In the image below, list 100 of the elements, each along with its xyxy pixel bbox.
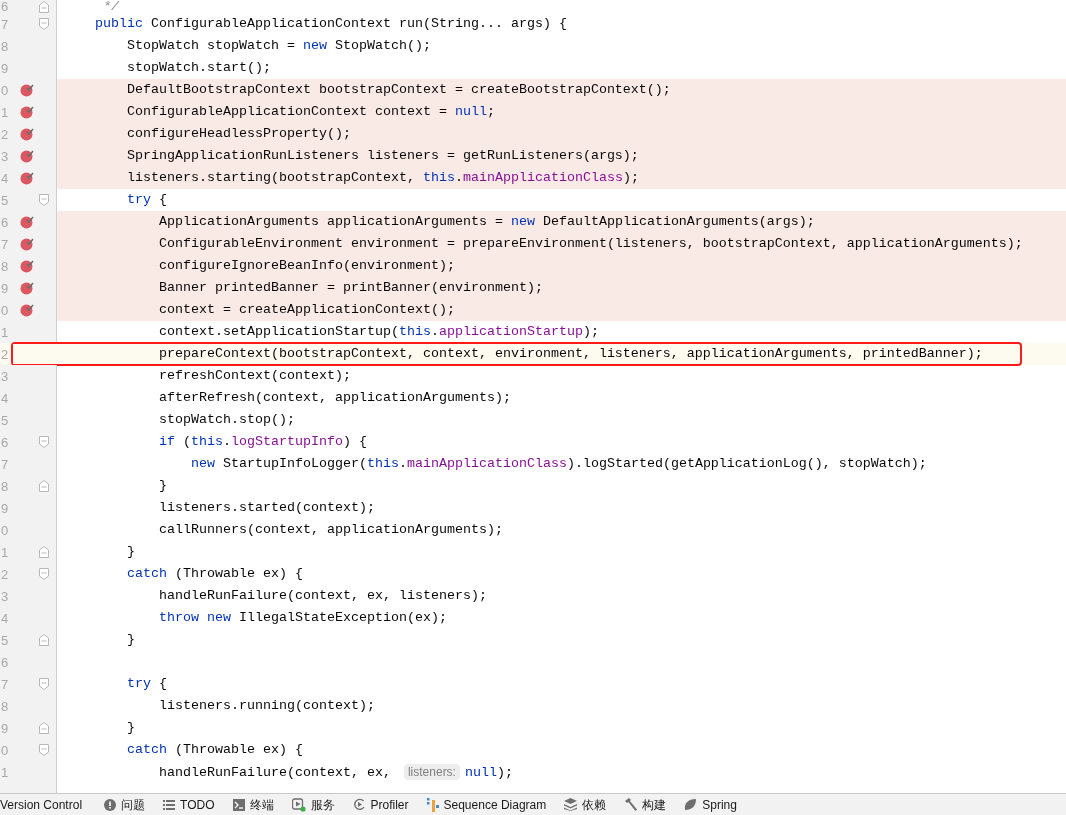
code-line: public ConfigurableApplicationContext run(String... args) {	[94, 15, 567, 33]
breakpoint-icon[interactable]	[19, 237, 34, 251]
code-line: ApplicationArguments applicationArguments = new DefaultApplicationArguments(args);	[157, 213, 815, 231]
code-line: ConfigurableEnvironment environment = prepareEnvironment(listeners, bootstrapContext, applicationArguments);	[157, 235, 1023, 253]
line-number: 6	[1, 655, 9, 669]
code-line: context = createApplicationContext();	[157, 301, 455, 319]
fold-marker-icon[interactable]	[39, 546, 49, 558]
line-number: 3	[1, 589, 9, 603]
hammer-icon	[624, 798, 638, 811]
fold-marker-icon[interactable]	[39, 634, 49, 646]
tool-window-button[interactable]: 问题	[104, 794, 146, 815]
breakpoint-icon[interactable]	[19, 303, 34, 317]
line-number: 4	[1, 611, 9, 625]
line-number: 8	[1, 699, 9, 713]
code-line: Banner printedBanner = printBanner(environment);	[157, 279, 543, 297]
fold-marker-icon[interactable]	[39, 436, 49, 448]
line-number: 7	[1, 237, 9, 251]
line-number: 4	[1, 171, 9, 185]
code-line: try {	[126, 191, 167, 209]
code-line: configureHeadlessProperty();	[126, 125, 351, 143]
line-number: 0	[1, 303, 9, 317]
code-line: DefaultBootstrapContext bootstrapContext = createBootstrapContext();	[126, 81, 671, 99]
breakpoint-icon[interactable]	[19, 149, 34, 163]
tool-window-button[interactable]: Spring	[684, 794, 737, 815]
fold-marker-icon[interactable]	[39, 568, 49, 580]
line-number: 7	[1, 17, 9, 31]
code-line: stopWatch.start();	[126, 59, 271, 77]
line-number: 9	[1, 721, 9, 735]
tool-window-button[interactable]: 构建	[624, 794, 667, 815]
alert-icon	[104, 798, 117, 811]
code-line: listeners.running(context);	[157, 697, 375, 715]
code-line: configureIgnoreBeanInfo(environment);	[157, 257, 455, 275]
line-number: 0	[1, 743, 9, 757]
breakpoint-icon[interactable]	[19, 171, 34, 185]
code-line: try {	[126, 675, 167, 693]
breakpoint-icon[interactable]	[19, 105, 34, 119]
tool-window-button[interactable]: Sequence Diagram	[426, 794, 547, 815]
code-line: prepareContext(bootstrapContext, context, environment, listeners, applicationArguments, printedBanner);	[157, 345, 983, 363]
line-number: 9	[1, 281, 9, 295]
code-line: ConfigurableApplicationContext context = null;	[126, 103, 495, 121]
line-number: 1	[1, 765, 9, 779]
fold-marker-icon[interactable]	[39, 18, 49, 30]
code-line: refreshContext(context);	[157, 367, 351, 385]
breakpoint-icon[interactable]	[19, 215, 34, 229]
line-number: 7	[1, 677, 9, 691]
code-line: }	[126, 719, 135, 737]
line-number: 9	[1, 61, 9, 75]
fold-marker-icon[interactable]	[39, 744, 49, 756]
tool-window-button[interactable]: Profiler	[352, 794, 409, 815]
line-number: 3	[1, 149, 9, 163]
code-line: SpringApplicationRunListeners listeners = getRunListeners(args);	[126, 147, 639, 165]
code-line: }	[126, 631, 135, 649]
code-line: throw new IllegalStateException(ex);	[157, 609, 447, 627]
tool-window-button[interactable]: 终端	[232, 794, 274, 815]
code-line: if (this.logStartupInfo) {	[157, 433, 367, 451]
breakpoint-icon[interactable]	[19, 259, 34, 273]
code-line: StopWatch stopWatch = new StopWatch();	[126, 37, 431, 55]
code-editor[interactable]	[0, 0, 1066, 793]
code-line: listeners.started(context);	[157, 499, 375, 517]
line-number: 6	[1, 0, 9, 13]
line-number: 5	[1, 413, 9, 427]
line-number: 1	[1, 325, 9, 339]
fold-marker-icon[interactable]	[39, 0, 49, 13]
breakpoint-icon[interactable]	[19, 127, 34, 141]
line-number: 2	[1, 567, 9, 581]
fold-marker-icon[interactable]	[39, 678, 49, 690]
line-number: 5	[1, 633, 9, 647]
list-icon	[163, 799, 176, 810]
layers-icon	[564, 798, 578, 811]
line-number: 6	[1, 215, 9, 229]
code-line: callRunners(context, applicationArguments);	[157, 521, 503, 539]
code-line: catch (Throwable ex) {	[126, 741, 303, 759]
terminal-icon	[232, 798, 245, 811]
tool-window-button[interactable]: TODO	[163, 794, 215, 815]
line-number: 8	[1, 479, 9, 493]
line-number: 3	[1, 369, 9, 383]
code-line: }	[157, 477, 167, 495]
code-line: handleRunFailure(context, ex, listeners);	[157, 587, 487, 605]
line-number: 9	[1, 501, 9, 515]
code-line: }	[126, 543, 135, 561]
line-number: 6	[1, 435, 9, 449]
fold-marker-icon[interactable]	[39, 480, 49, 492]
leaf-icon	[684, 798, 698, 811]
code-line: listeners.starting(bootstrapContext, this.mainApplicationClass);	[126, 169, 639, 187]
line-number: 0	[1, 523, 9, 537]
play-icon	[291, 797, 306, 812]
tool-window-button[interactable]: 依赖	[564, 794, 607, 815]
tool-window-button[interactable]: 服务	[291, 794, 335, 815]
line-number: 8	[1, 39, 9, 53]
code-line: afterRefresh(context, applicationArguments);	[157, 389, 511, 407]
sequence-icon	[426, 797, 439, 812]
code-line: stopWatch.stop();	[157, 411, 295, 429]
line-number: 7	[1, 457, 9, 471]
fold-marker-icon[interactable]	[39, 722, 49, 734]
fold-marker-icon[interactable]	[39, 194, 49, 206]
line-number: 0	[1, 83, 9, 97]
breakpoint-icon[interactable]	[19, 281, 34, 295]
breakpoint-icon[interactable]	[19, 83, 34, 97]
line-number: 4	[1, 391, 9, 405]
tool-window-button[interactable]: Version Control	[0, 794, 83, 815]
